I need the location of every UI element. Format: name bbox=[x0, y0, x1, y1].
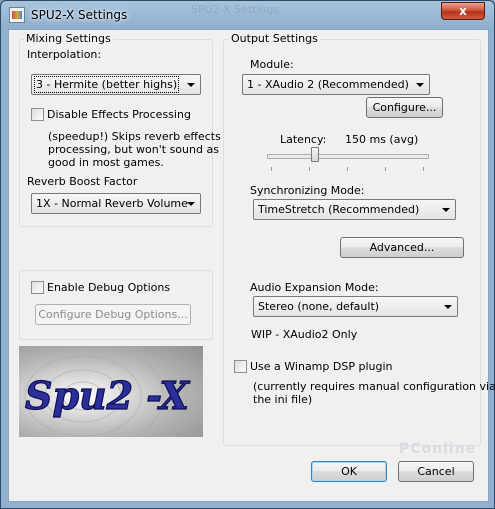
configure-debug-button[interactable]: Configure Debug Options... bbox=[35, 304, 191, 325]
interpolation-value: 3 - Hermite (better highs) bbox=[33, 76, 180, 93]
effects-description-line-3: good in most games. bbox=[48, 156, 164, 169]
app-icon bbox=[9, 7, 25, 23]
slider-tick bbox=[271, 167, 272, 171]
chevron-down-icon bbox=[442, 208, 450, 212]
chevron-down-icon bbox=[444, 305, 452, 309]
latency-label: Latency: bbox=[280, 133, 327, 146]
module-label: Module: bbox=[250, 58, 294, 71]
spu2x-logo: Spu2 -X bbox=[19, 346, 203, 437]
effects-description-line-1: (speedup!) Skips reverb effects bbox=[48, 130, 221, 143]
disable-effects-label[interactable]: Disable Effects Processing bbox=[47, 108, 191, 121]
slider-tick bbox=[385, 167, 386, 171]
winamp-dsp-checkbox[interactable] bbox=[234, 360, 247, 373]
ok-button[interactable]: OK bbox=[311, 461, 387, 482]
wip-note: WIP - XAudio2 Only bbox=[251, 328, 358, 341]
cancel-button[interactable]: Cancel bbox=[398, 461, 474, 482]
expansion-mode-value: Stereo (none, default) bbox=[258, 300, 380, 313]
expansion-mode-label: Audio Expansion Mode: bbox=[250, 281, 379, 294]
effects-description-line-2: processing, but won't sound as bbox=[48, 143, 219, 156]
background-window-title: SPU2-X Settings bbox=[191, 3, 280, 16]
interpolation-label: Interpolation: bbox=[27, 48, 102, 61]
slider-tick bbox=[309, 167, 310, 171]
latency-value: 150 ms (avg) bbox=[345, 133, 419, 146]
reverb-boost-label: Reverb Boost Factor bbox=[27, 175, 138, 188]
interpolation-select[interactable]: 3 - Hermite (better highs) bbox=[31, 74, 201, 95]
module-value: 1 - XAudio 2 (Recommended) bbox=[247, 78, 409, 91]
sync-mode-label: Synchronizing Mode: bbox=[250, 184, 365, 197]
winamp-dsp-label[interactable]: Use a Winamp DSP plugin bbox=[250, 360, 392, 373]
slider-tick bbox=[347, 167, 348, 171]
window-title: SPU2-X Settings bbox=[31, 8, 128, 22]
dialog-client-area: Mixing Settings Interpolation: 3 - Hermi… bbox=[8, 29, 495, 502]
winamp-description-line-1: (currently requires manual configuration… bbox=[253, 380, 495, 393]
logo-graphic: Spu2 -X bbox=[19, 346, 191, 437]
close-button[interactable]: x bbox=[441, 2, 485, 20]
latency-slider-thumb[interactable] bbox=[311, 147, 319, 162]
output-settings-label: Output Settings bbox=[229, 32, 320, 45]
advanced-button[interactable]: Advanced... bbox=[340, 237, 464, 258]
logo-text: Spu2 -X bbox=[25, 373, 190, 418]
configure-module-button[interactable]: Configure... bbox=[366, 97, 443, 118]
watermark: PConline bbox=[399, 441, 477, 457]
sync-mode-select[interactable]: TimeStretch (Recommended) bbox=[253, 199, 456, 220]
latency-slider-track[interactable] bbox=[267, 154, 429, 159]
winamp-description-line-2: the ini file) bbox=[253, 393, 313, 406]
expansion-mode-select[interactable]: Stereo (none, default) bbox=[253, 296, 458, 317]
slider-tick bbox=[423, 167, 424, 171]
mixing-settings-label: Mixing Settings bbox=[24, 32, 113, 45]
enable-debug-label[interactable]: Enable Debug Options bbox=[47, 281, 170, 294]
chevron-down-icon bbox=[187, 202, 195, 206]
title-bar[interactable]: SPU2-X Settings SPU2-X Settings x bbox=[1, 1, 494, 29]
settings-window: SPU2-X Settings SPU2-X Settings x Mixing… bbox=[0, 0, 495, 509]
chevron-down-icon bbox=[187, 83, 195, 87]
module-select[interactable]: 1 - XAudio 2 (Recommended) bbox=[242, 74, 430, 95]
reverb-boost-select[interactable]: 1X - Normal Reverb Volume bbox=[31, 193, 201, 214]
chevron-down-icon bbox=[416, 83, 424, 87]
sync-mode-value: TimeStretch (Recommended) bbox=[258, 203, 420, 216]
close-icon: x bbox=[459, 4, 467, 18]
enable-debug-checkbox[interactable] bbox=[31, 281, 44, 294]
disable-effects-checkbox[interactable] bbox=[31, 108, 44, 121]
reverb-boost-value: 1X - Normal Reverb Volume bbox=[36, 197, 188, 210]
